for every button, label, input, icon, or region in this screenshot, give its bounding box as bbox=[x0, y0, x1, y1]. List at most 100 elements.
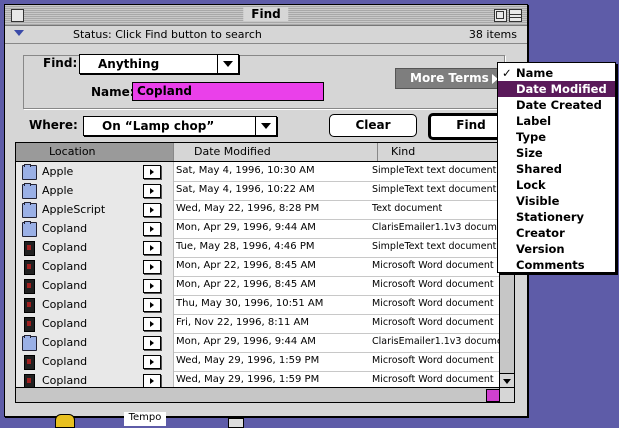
menu-item-type[interactable]: Type bbox=[498, 129, 615, 145]
menu-item-stationery[interactable]: Stationery bbox=[498, 209, 615, 225]
item-name: Copland bbox=[42, 222, 88, 235]
status-bar: Status: Click Find button to search 38 i… bbox=[5, 26, 527, 44]
item-name: Copland bbox=[42, 279, 88, 292]
document-icon bbox=[24, 355, 35, 370]
column-date-modified[interactable]: Date Modified bbox=[174, 143, 378, 161]
where-value: On “Lamp chop” bbox=[102, 119, 215, 133]
item-name: Copland bbox=[42, 317, 88, 330]
reveal-arrow-icon[interactable] bbox=[143, 298, 161, 312]
item-date-modified: Thu, May 30, 1996, 10:51 AM bbox=[176, 298, 324, 309]
folder-icon bbox=[22, 202, 37, 218]
menu-item-comments[interactable]: Comments bbox=[498, 257, 615, 273]
more-terms-label: More Terms bbox=[410, 71, 489, 85]
name-field[interactable]: Copland bbox=[132, 82, 324, 101]
desktop-tempo-label[interactable]: Tempo bbox=[124, 412, 166, 426]
horizontal-scrollbar[interactable] bbox=[16, 387, 500, 402]
find-criterion-value: Anything bbox=[98, 57, 160, 71]
table-row[interactable]: Apple Sat, May 4, 1996, 10:22 AM SimpleTex… bbox=[16, 181, 514, 201]
reveal-arrow-icon[interactable] bbox=[143, 184, 161, 198]
table-row[interactable]: Apple Sat, May 4, 1996, 10:30 AM SimpleTex… bbox=[16, 162, 514, 182]
menu-item-date-created[interactable]: Date Created bbox=[498, 97, 615, 113]
title-bar[interactable]: Find bbox=[5, 5, 527, 26]
more-terms-menu: ✓ Name Date Modified Date Created Label Type S… bbox=[497, 62, 616, 273]
item-name: Copland bbox=[42, 355, 88, 368]
reveal-arrow-icon[interactable] bbox=[143, 355, 161, 369]
menu-item-date-modified[interactable]: Date Modified bbox=[498, 81, 615, 97]
column-location[interactable]: Location bbox=[16, 143, 174, 161]
menu-item-label[interactable]: Label bbox=[498, 113, 615, 129]
menu-item-label: Stationery bbox=[516, 210, 585, 224]
reveal-arrow-icon[interactable] bbox=[143, 317, 161, 331]
menu-item-label: Date Created bbox=[516, 98, 602, 112]
find-criterion-popup[interactable]: Anything bbox=[79, 54, 239, 74]
table-row[interactable]: Copland Mon, Apr 29, 1996, 9:44 AM ClarisE… bbox=[16, 333, 514, 353]
results-list: Location Date Modified Kind Apple Sat, Ma… bbox=[15, 142, 515, 403]
menu-item-creator[interactable]: Creator bbox=[498, 225, 615, 241]
reveal-arrow-icon[interactable] bbox=[143, 336, 161, 350]
menu-item-version[interactable]: Version bbox=[498, 241, 615, 257]
more-terms-button[interactable]: More Terms bbox=[395, 68, 504, 89]
menu-item-lock[interactable]: Lock bbox=[498, 177, 615, 193]
item-date-modified: Mon, Apr 29, 1996, 9:44 AM bbox=[176, 336, 316, 347]
document-icon bbox=[24, 241, 35, 256]
collapse-box[interactable] bbox=[509, 9, 522, 22]
menu-item-label: Label bbox=[516, 114, 552, 128]
reveal-arrow-icon[interactable] bbox=[143, 165, 161, 179]
reveal-arrow-icon[interactable] bbox=[143, 279, 161, 293]
result-rows: Apple Sat, May 4, 1996, 10:30 AM SimpleTex… bbox=[16, 162, 514, 402]
item-name: Copland bbox=[42, 260, 88, 273]
item-kind: SimpleText text document bbox=[372, 165, 497, 176]
menu-item-label: Date Modified bbox=[516, 82, 607, 96]
menu-item-shared[interactable]: Shared bbox=[498, 161, 615, 177]
menu-item-label: Version bbox=[516, 242, 565, 256]
reveal-arrow-icon[interactable] bbox=[143, 374, 161, 388]
menu-item-size[interactable]: Size bbox=[498, 145, 615, 161]
table-row[interactable]: Copland Thu, May 30, 1996, 10:51 AM Micros… bbox=[16, 295, 514, 315]
item-date-modified: Wed, May 29, 1996, 1:59 PM bbox=[176, 374, 320, 385]
find-label: Find: bbox=[41, 56, 80, 70]
item-name: Copland bbox=[42, 241, 88, 254]
reveal-arrow-icon[interactable] bbox=[143, 241, 161, 255]
find-window: Find Status: Click Find button to search… bbox=[4, 4, 528, 417]
where-popup[interactable]: On “Lamp chop” bbox=[83, 116, 277, 136]
menu-item-label: Type bbox=[516, 130, 547, 144]
table-row[interactable]: Copland Fri, Nov 22, 1996, 8:11 AM Microso… bbox=[16, 314, 514, 334]
menu-item-label: Visible bbox=[516, 194, 560, 208]
table-row[interactable]: Copland Wed, May 29, 1996, 1:59 PM Microso… bbox=[16, 352, 514, 372]
reveal-arrow-icon[interactable] bbox=[143, 203, 161, 217]
item-date-modified: Mon, Apr 29, 1996, 9:44 AM bbox=[176, 222, 316, 233]
zoom-box[interactable] bbox=[494, 9, 507, 22]
grow-box[interactable] bbox=[499, 387, 514, 402]
item-name: Copland bbox=[42, 298, 88, 311]
column-kind[interactable]: Kind bbox=[378, 143, 514, 161]
document-icon bbox=[24, 260, 35, 275]
item-date-modified: Fri, Nov 22, 1996, 8:11 AM bbox=[176, 317, 309, 328]
scroll-thumb[interactable] bbox=[486, 389, 500, 402]
document-icon bbox=[24, 298, 35, 313]
name-label: Name: bbox=[91, 85, 135, 99]
table-row[interactable]: Copland Mon, Apr 22, 1996, 8:45 AM Microso… bbox=[16, 276, 514, 296]
folder-icon bbox=[22, 335, 37, 351]
folder-icon bbox=[22, 183, 37, 199]
scroll-down-arrow-icon[interactable] bbox=[500, 373, 514, 388]
column-date-label: Date Modified bbox=[194, 145, 271, 158]
table-row[interactable]: Copland Mon, Apr 22, 1996, 8:45 AM Microso… bbox=[16, 257, 514, 277]
folder-icon bbox=[22, 164, 37, 180]
table-row[interactable]: Copland Mon, Apr 29, 1996, 9:44 AM ClarisE… bbox=[16, 219, 514, 239]
table-row[interactable]: AppleScript Wed, May 22, 1996, 8:28 PM Tex… bbox=[16, 200, 514, 220]
clear-button[interactable]: Clear bbox=[329, 114, 417, 137]
disclosure-triangle-icon[interactable] bbox=[14, 30, 24, 36]
desktop-icon[interactable] bbox=[228, 418, 244, 428]
document-icon bbox=[24, 279, 35, 294]
menu-item-name[interactable]: ✓ Name bbox=[498, 65, 615, 81]
item-date-modified: Wed, May 22, 1996, 8:28 PM bbox=[176, 203, 320, 214]
item-name: AppleScript bbox=[42, 203, 106, 216]
menu-item-label: Lock bbox=[516, 178, 546, 192]
reveal-arrow-icon[interactable] bbox=[143, 222, 161, 236]
menu-item-visible[interactable]: Visible bbox=[498, 193, 615, 209]
table-row[interactable]: Copland Tue, May 28, 1996, 4:46 PM SimpleT… bbox=[16, 238, 514, 258]
item-kind: Microsoft Word document bbox=[372, 298, 494, 309]
reveal-arrow-icon[interactable] bbox=[143, 260, 161, 274]
close-box[interactable] bbox=[11, 9, 24, 22]
folder-icon bbox=[22, 221, 37, 237]
